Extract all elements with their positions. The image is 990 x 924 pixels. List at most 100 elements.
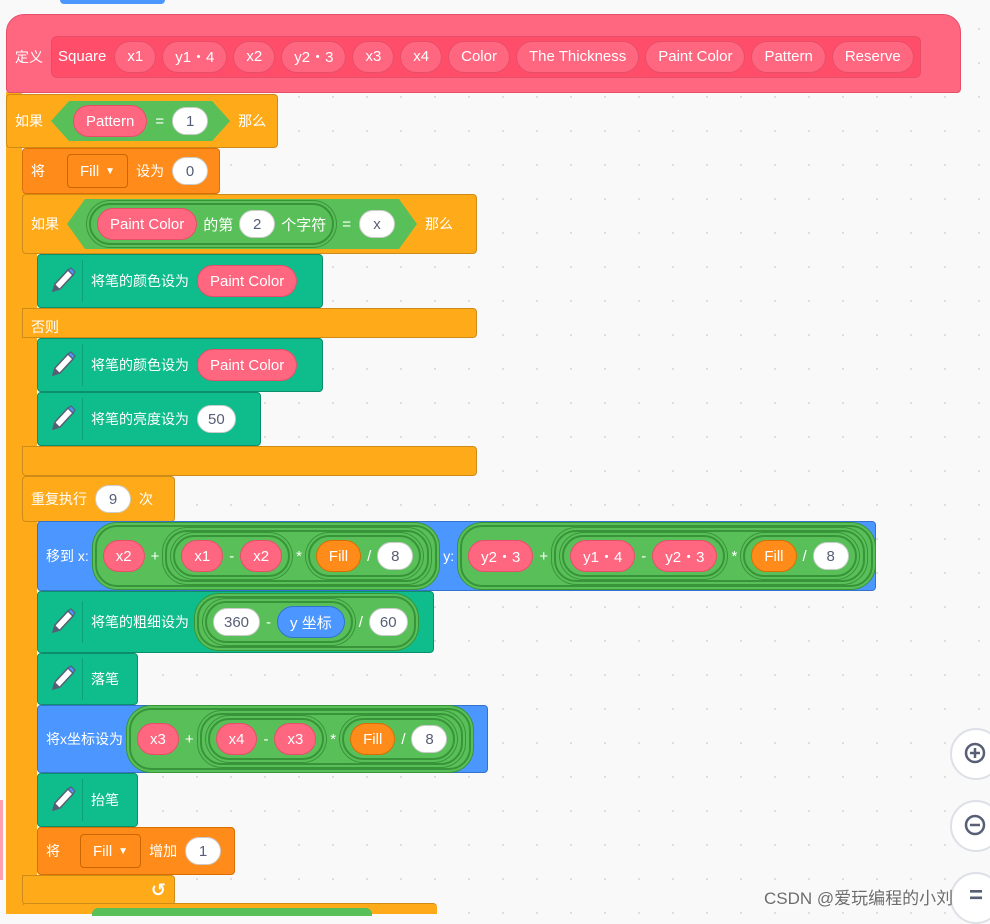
y-product-expression[interactable]: y1・4 - y2・3 * Fill / 8 (554, 530, 865, 582)
x2-reporter-2[interactable]: x2 (240, 540, 283, 572)
change-fill-block[interactable]: 将 Fill ▼ 增加 1 (37, 827, 235, 875)
repeat-block[interactable]: 重复执行 9 次 (22, 476, 175, 522)
pattern-value-input[interactable]: 1 (172, 107, 208, 135)
zoom-in-icon (964, 742, 986, 764)
x4-reporter[interactable]: x4 (215, 723, 258, 755)
if-pattern-block[interactable]: 如果 Pattern = 1 那么 (6, 94, 278, 148)
set-pen-color-block-1[interactable]: 将笔的颜色设为 Paint Color (37, 254, 323, 308)
pattern-equals-condition[interactable]: Pattern = 1 (51, 101, 230, 141)
param-y1-4[interactable]: y1・4 (162, 40, 228, 73)
pen-icon (42, 601, 83, 643)
param-x4[interactable]: x4 (400, 40, 443, 73)
y1-4-reporter[interactable]: y1・4 (570, 540, 636, 572)
letter-index-input[interactable]: 2 (239, 210, 275, 238)
x-difference-expression[interactable]: x1 - x2 (173, 535, 291, 577)
times-label: 次 (139, 491, 153, 507)
set-pen-color-block-2[interactable]: 将笔的颜色设为 Paint Color (37, 338, 323, 392)
divide-operator-3: / (358, 613, 363, 631)
y2-3-reporter[interactable]: y2・3 (468, 540, 534, 572)
pen-icon (42, 398, 83, 440)
pen-icon (42, 779, 83, 821)
x-divisor-input[interactable]: 8 (377, 542, 414, 570)
fill-reporter-3[interactable]: Fill (350, 723, 396, 755)
param-reserve[interactable]: Reserve (831, 40, 914, 73)
set-x-product[interactable]: x4 - x3 * Fill / 8 (199, 713, 464, 765)
set-fill-block[interactable]: 将 Fill ▼ 设为 0 (22, 148, 220, 194)
x1-reporter[interactable]: x1 (181, 540, 224, 572)
set-pen-brightness-block[interactable]: 将笔的亮度设为 50 (37, 392, 261, 446)
repeat-count-input[interactable]: 9 (95, 485, 131, 513)
set-x-quotient[interactable]: Fill / 8 (342, 718, 456, 760)
x-product-expression[interactable]: x1 - x2 * Fill / 8 (165, 530, 430, 582)
goto-xy-block[interactable]: 移到 x: x2 + x1 - x2 * Fill / 8 y: y2・3 + … (37, 521, 876, 591)
watermark-text: CSDN @爱玩编程的小刘 (764, 889, 954, 908)
pen-down-label: 落笔 (91, 671, 119, 687)
equals-operator: = (155, 112, 165, 130)
pen-size-difference[interactable]: 360 - y 坐标 (205, 601, 353, 643)
y2-3-reporter-2[interactable]: y2・3 (652, 540, 718, 572)
letter-of-reporter[interactable]: Paint Color 的第 2 个字符 (89, 203, 334, 245)
pen-size-expression[interactable]: 360 - y 坐标 / 60 (197, 596, 416, 648)
goto-y-label: y: (443, 548, 455, 564)
paint-color-reporter-2[interactable]: Paint Color (197, 265, 298, 297)
param-color[interactable]: Color (448, 40, 510, 73)
y-difference-expression[interactable]: y1・4 - y2・3 (562, 535, 726, 577)
brightness-value-input[interactable]: 50 (197, 405, 236, 433)
set-x-divisor-input[interactable]: 8 (411, 725, 448, 753)
pen-size-base-input[interactable]: 360 (213, 608, 261, 636)
param-paint-color[interactable]: Paint Color (645, 40, 746, 73)
y-expression[interactable]: y2・3 + y1・4 - y2・3 * Fill / 8 (460, 525, 873, 587)
pen-size-divisor-input[interactable]: 60 (368, 608, 408, 636)
y-divisor-input[interactable]: 8 (812, 542, 849, 570)
param-x1[interactable]: x1 (114, 40, 157, 73)
x3-reporter[interactable]: x3 (137, 723, 179, 755)
loop-arrow-icon: ↺ (150, 880, 166, 900)
letter-equals-condition[interactable]: Paint Color 的第 2 个字符 = x (67, 199, 417, 249)
if-label: 如果 (15, 113, 43, 129)
compare-value-input[interactable]: x (359, 210, 395, 238)
param-y2-3[interactable]: y2・3 (281, 40, 347, 73)
pen-down-block[interactable]: 落笔 (37, 653, 138, 705)
param-pattern[interactable]: Pattern (751, 40, 826, 73)
pattern-reporter[interactable]: Pattern (73, 105, 147, 137)
repeat-end-bar: ↺ (22, 875, 175, 905)
define-prototype[interactable]: Square x1 y1・4 x2 y2・3 x3 x4 Color The T… (51, 35, 921, 78)
of-label: 的第 (203, 216, 234, 234)
set-x-block[interactable]: 将x坐标设为 x3 + x4 - x3 * Fill / 8 (37, 705, 488, 773)
multiply-operator-2: * (731, 547, 738, 565)
zoom-in-button[interactable] (950, 728, 990, 780)
set-x-difference[interactable]: x4 - x3 (207, 718, 325, 760)
fill-variable-dropdown[interactable]: Fill ▼ (67, 154, 129, 188)
change-value-input[interactable]: 1 (185, 837, 222, 865)
x2-reporter[interactable]: x2 (102, 540, 145, 572)
paint-color-reporter[interactable]: Paint Color (97, 208, 197, 240)
param-x2[interactable]: x2 (233, 40, 276, 73)
pen-icon (42, 260, 83, 302)
if-paint-color-block[interactable]: 如果 Paint Color 的第 2 个字符 = x 那么 (22, 194, 477, 254)
set-fill-value-input[interactable]: 0 (172, 157, 209, 185)
set-pen-size-block[interactable]: 将笔的粗细设为 360 - y 坐标 / 60 (37, 591, 434, 653)
set-pen-size-label: 将笔的粗细设为 (91, 614, 189, 630)
plus-operator-3: + (184, 730, 194, 748)
fill-variable-dropdown-2[interactable]: Fill ▼ (80, 834, 142, 868)
param-x3[interactable]: x3 (352, 40, 395, 73)
change-by-label: 增加 (149, 843, 178, 859)
zoom-reset-button[interactable]: = (950, 872, 990, 924)
zoom-out-button[interactable] (950, 800, 990, 852)
fill-reporter-2[interactable]: Fill (751, 540, 797, 572)
param-the-thickness[interactable]: The Thickness (515, 40, 640, 73)
pen-up-block[interactable]: 抬笔 (37, 773, 138, 827)
chevron-down-icon: ▼ (105, 165, 116, 177)
equals-operator-2: = (342, 215, 351, 233)
then-label-2: 那么 (425, 216, 453, 232)
paint-color-reporter-3[interactable]: Paint Color (197, 349, 298, 381)
y-position-reporter[interactable]: y 坐标 (277, 606, 345, 638)
x-expression[interactable]: x2 + x1 - x2 * Fill / 8 (94, 525, 438, 587)
fill-reporter[interactable]: Fill (315, 540, 362, 572)
multiply-operator: * (296, 547, 302, 565)
define-block[interactable]: 定义 Square x1 y1・4 x2 y2・3 x3 x4 Color Th… (6, 14, 961, 93)
y-quotient-expression[interactable]: Fill / 8 (743, 535, 857, 577)
x3-reporter-2[interactable]: x3 (274, 723, 317, 755)
set-x-expression[interactable]: x3 + x4 - x3 * Fill / 8 (129, 708, 472, 770)
x-quotient-expression[interactable]: Fill / 8 (307, 535, 422, 577)
